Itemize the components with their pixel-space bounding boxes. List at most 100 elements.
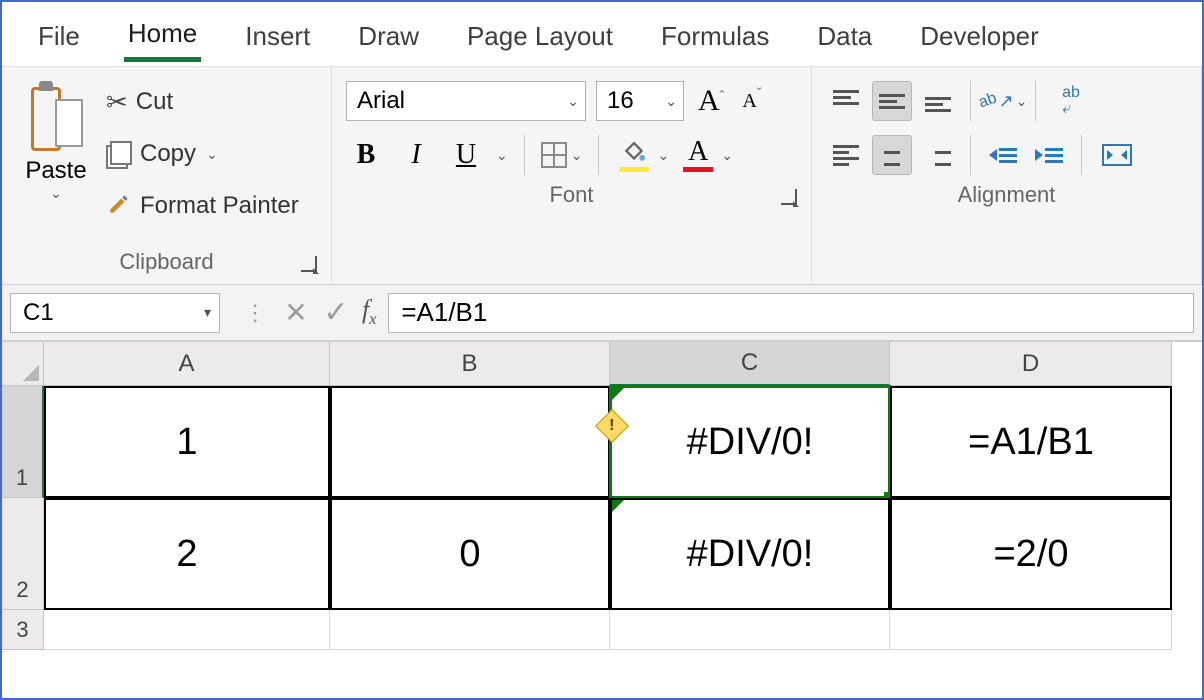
dialog-launcher-icon[interactable]: [781, 189, 797, 205]
align-bottom-button[interactable]: [918, 81, 958, 121]
wrap-text-icon: ab⤶: [1062, 85, 1080, 117]
ribbon: Paste ⌄ ✂ Cut Copy ⌄ Format Painter: [2, 66, 1202, 284]
fill-color-button[interactable]: ⌄: [615, 135, 669, 175]
formula-input[interactable]: =A1/B1: [388, 293, 1194, 333]
name-box-value: C1: [23, 299, 54, 327]
format-painter-label: Format Painter: [140, 192, 299, 220]
chevron-down-icon: ⌄: [571, 147, 583, 164]
col-header-C[interactable]: C: [610, 342, 890, 386]
font-name-value: Arial: [357, 87, 405, 115]
col-header-A[interactable]: A: [44, 342, 330, 386]
tab-page-layout[interactable]: Page Layout: [463, 9, 617, 60]
tab-data[interactable]: Data: [813, 9, 876, 60]
increase-indent-button[interactable]: [1029, 135, 1069, 175]
align-left-button[interactable]: [826, 135, 866, 175]
copy-button[interactable]: Copy ⌄: [106, 131, 299, 177]
group-label-clipboard: Clipboard: [119, 243, 213, 277]
enter-button[interactable]: ✓: [316, 293, 356, 333]
merge-icon: [1102, 144, 1132, 166]
paintbrush-icon: [106, 190, 132, 223]
col-header-B[interactable]: B: [330, 342, 610, 386]
grip-icon: ⋮: [244, 300, 266, 326]
merge-center-button[interactable]: [1094, 135, 1140, 175]
font-size-combo[interactable]: 16 ⌄: [596, 81, 684, 121]
chevron-down-icon: ⌄: [657, 147, 669, 164]
tab-insert[interactable]: Insert: [241, 9, 314, 60]
cell-D3[interactable]: [890, 610, 1172, 650]
tab-file[interactable]: File: [34, 9, 84, 60]
font-color-button[interactable]: A ⌄: [679, 135, 733, 175]
align-right-button[interactable]: [918, 135, 958, 175]
align-top-button[interactable]: [826, 81, 866, 121]
align-center-button[interactable]: [872, 135, 912, 175]
chevron-down-icon[interactable]: ⌄: [496, 147, 508, 164]
underline-button[interactable]: U: [446, 135, 486, 175]
scissors-icon: ✂: [106, 87, 128, 118]
tab-home[interactable]: Home: [124, 6, 201, 62]
formula-bar: C1 ▾ ⋮ ✕ ✓ fx =A1/B1: [2, 284, 1202, 342]
group-clipboard: Paste ⌄ ✂ Cut Copy ⌄ Format Painter: [2, 67, 332, 284]
group-label-font: Font: [549, 176, 593, 210]
increase-indent-icon: [1035, 148, 1063, 163]
select-all-corner[interactable]: [2, 342, 44, 386]
fx-icon[interactable]: fx: [362, 295, 376, 329]
cell-A3[interactable]: [44, 610, 330, 650]
chevron-down-icon: ⌄: [557, 93, 579, 110]
borders-button[interactable]: ⌄: [541, 135, 583, 175]
ribbon-tabs: File Home Insert Draw Page Layout Formul…: [2, 2, 1202, 66]
decrease-indent-button[interactable]: [983, 135, 1023, 175]
col-header-D[interactable]: D: [890, 342, 1172, 386]
cell-C3[interactable]: [610, 610, 890, 650]
separator: [1035, 81, 1036, 121]
cell-B1[interactable]: !: [330, 386, 610, 498]
cell-B3[interactable]: [330, 610, 610, 650]
tab-developer[interactable]: Developer: [916, 9, 1043, 60]
row-header-2[interactable]: 2: [2, 498, 44, 610]
row-header-3[interactable]: 3: [2, 610, 44, 650]
row-header-1[interactable]: 1: [2, 386, 44, 498]
orientation-button[interactable]: ab↗ ⌄: [983, 81, 1023, 121]
cell-C1[interactable]: #DIV/0!: [610, 386, 890, 498]
chevron-down-icon: ⌄: [721, 147, 733, 164]
spreadsheet-grid: A B C D 1 1 ! #DIV/0! =A1/B1 2 2 0 #: [2, 342, 1202, 650]
chevron-down-icon: ▾: [204, 304, 211, 321]
align-middle-button[interactable]: [872, 81, 912, 121]
tab-draw[interactable]: Draw: [354, 9, 423, 60]
group-font: Arial ⌄ 16 ⌄ Aˆ Aˇ B I U ⌄ ⌄: [332, 67, 812, 284]
error-indicator-icon: [612, 388, 624, 400]
format-painter-button[interactable]: Format Painter: [106, 183, 299, 229]
paste-button[interactable]: Paste ⌄: [16, 77, 96, 242]
separator: [970, 135, 971, 175]
cell-D1[interactable]: =A1/B1: [890, 386, 1172, 498]
chevron-down-icon[interactable]: ⌄: [206, 146, 218, 163]
formula-value: =A1/B1: [401, 297, 487, 328]
fill-color-swatch: [619, 167, 649, 172]
cut-button[interactable]: ✂ Cut: [106, 79, 299, 125]
cell-C2[interactable]: #DIV/0!: [610, 498, 890, 610]
cell-B2[interactable]: 0: [330, 498, 610, 610]
group-label-alignment: Alignment: [958, 176, 1056, 210]
dialog-launcher-icon[interactable]: [301, 256, 317, 272]
copy-label: Copy: [140, 140, 196, 168]
orientation-icon: ab↗: [979, 91, 1014, 112]
paste-label: Paste: [25, 157, 86, 185]
bold-button[interactable]: B: [346, 135, 386, 175]
font-color-icon: A: [688, 138, 708, 166]
cell-D2[interactable]: =2/0: [890, 498, 1172, 610]
cell-A2[interactable]: 2: [44, 498, 330, 610]
column-headers: A B C D: [44, 342, 1202, 386]
clipboard-icon: [29, 81, 83, 151]
cell-A1[interactable]: 1: [44, 386, 330, 498]
copy-icon: [106, 141, 132, 167]
chevron-down-icon[interactable]: ⌄: [50, 185, 62, 202]
decrease-font-button[interactable]: Aˇ: [738, 90, 765, 113]
cut-label: Cut: [136, 88, 173, 116]
tab-formulas[interactable]: Formulas: [657, 9, 773, 60]
cancel-button[interactable]: ✕: [276, 293, 316, 333]
italic-button[interactable]: I: [396, 135, 436, 175]
increase-font-button[interactable]: Aˆ: [694, 84, 728, 118]
wrap-text-button[interactable]: ab⤶: [1048, 81, 1094, 121]
name-box[interactable]: C1 ▾: [10, 293, 220, 333]
font-name-combo[interactable]: Arial ⌄: [346, 81, 586, 121]
separator: [1081, 135, 1082, 175]
